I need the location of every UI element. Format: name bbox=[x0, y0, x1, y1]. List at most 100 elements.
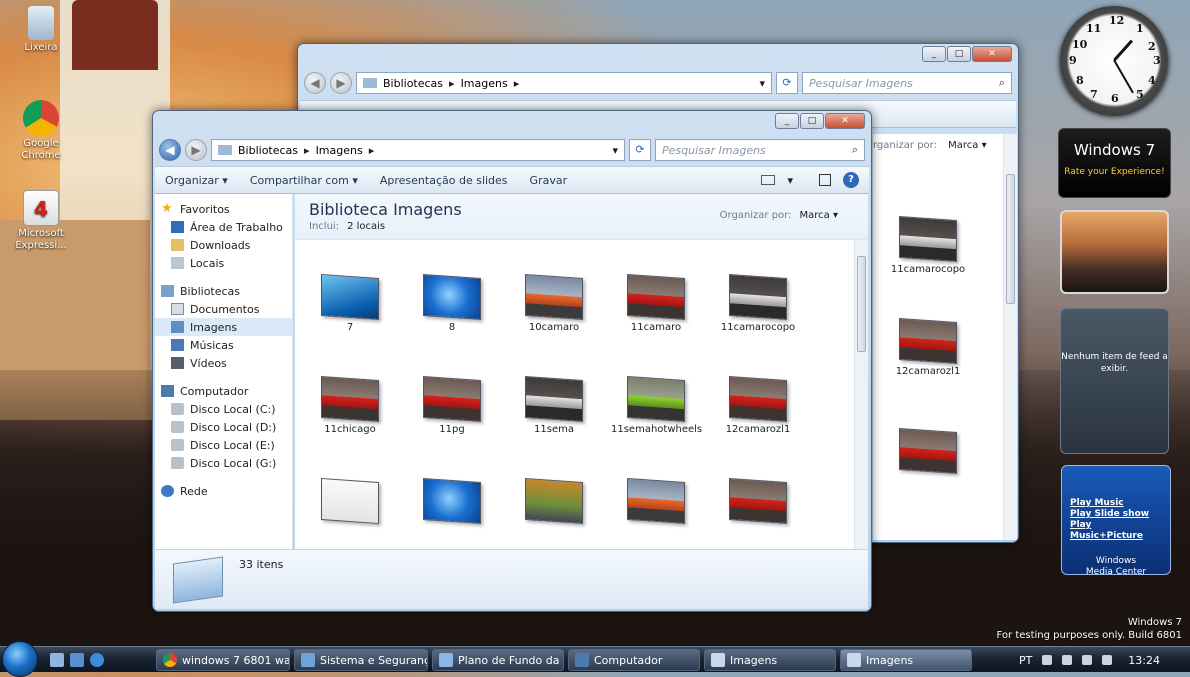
file-thumbnail[interactable]: 11pg bbox=[407, 375, 497, 436]
nav-item-pictures[interactable]: Imagens bbox=[155, 318, 292, 336]
media-center-gadget[interactable]: Play Music Play Slide show Play Music+Pi… bbox=[1061, 465, 1171, 577]
play-music-link[interactable]: Play Music bbox=[1070, 498, 1162, 509]
address-bar[interactable]: Bibliotecas ▸ Imagens ▸ ▾ bbox=[356, 72, 772, 94]
maximize-icon[interactable]: □ bbox=[800, 113, 824, 129]
language-indicator[interactable]: PT bbox=[1019, 654, 1032, 667]
scrollbar-thumb[interactable] bbox=[857, 256, 866, 352]
file-thumbnail[interactable]: 7 bbox=[305, 273, 395, 334]
play-music-picture-link[interactable]: Play Music+Picture bbox=[1070, 520, 1162, 542]
file-thumbnail[interactable] bbox=[407, 477, 497, 526]
desktop-icon-recycle-bin[interactable]: Lixeira bbox=[4, 6, 78, 54]
close-icon[interactable]: ✕ bbox=[825, 113, 865, 129]
minimize-icon[interactable]: _ bbox=[922, 46, 946, 62]
taskbar-clock[interactable]: 13:24 bbox=[1128, 654, 1160, 667]
file-area[interactable]: Biblioteca Imagens Inclui: 2 locais Organ… bbox=[295, 194, 868, 549]
chevron-down-icon[interactable]: ▾ bbox=[759, 77, 765, 90]
file-thumbnail[interactable] bbox=[509, 477, 599, 526]
explorer-window[interactable]: _ □ ✕ ◀ ▶ Bibliotecas ▸ Imagens ▸ ▾ ⟳ Pe… bbox=[152, 110, 872, 612]
network-icon[interactable] bbox=[1082, 655, 1093, 665]
address-bar[interactable]: Bibliotecas ▸ Imagens ▸ ▾ bbox=[211, 139, 625, 161]
forward-arrow-icon[interactable]: ▶ bbox=[330, 72, 352, 94]
file-thumbnail[interactable]: 11sema bbox=[509, 375, 599, 436]
breadcrumb[interactable]: Imagens bbox=[461, 77, 508, 90]
file-thumbnail[interactable]: 10camaro bbox=[509, 273, 599, 334]
share-button[interactable]: Compartilhar com ▾ bbox=[250, 174, 358, 187]
file-thumbnail[interactable]: 11chicago bbox=[305, 375, 395, 436]
nav-item-downloads[interactable]: Downloads bbox=[155, 236, 292, 254]
scrollbar[interactable] bbox=[1003, 134, 1017, 540]
file-thumbnail[interactable]: 12camarozl1 bbox=[713, 375, 803, 436]
file-thumbnail[interactable]: 11semahotwheels bbox=[611, 375, 702, 436]
minimize-icon[interactable]: _ bbox=[775, 113, 799, 129]
nav-item-disk-c[interactable]: Disco Local (C:) bbox=[155, 400, 292, 418]
nav-item-music[interactable]: Músicas bbox=[155, 336, 292, 354]
organize-button[interactable]: Organizar ▾ bbox=[165, 174, 228, 187]
search-input[interactable]: Pesquisar Imagens ⌕ bbox=[802, 72, 1012, 94]
file-thumbnail[interactable] bbox=[883, 427, 973, 476]
burn-button[interactable]: Gravar bbox=[530, 174, 568, 187]
forward-arrow-icon[interactable]: ▶ bbox=[185, 139, 207, 161]
arrange-by[interactable]: rganizar por: Marca ▾ bbox=[873, 140, 987, 151]
tray-arrow-icon[interactable] bbox=[1042, 655, 1053, 665]
show-desktop-icon[interactable] bbox=[50, 653, 64, 667]
chevron-down-icon[interactable]: ▾ bbox=[787, 174, 793, 187]
play-slideshow-link[interactable]: Play Slide show bbox=[1070, 509, 1162, 520]
nav-item-places[interactable]: Locais bbox=[155, 254, 292, 272]
action-center-icon[interactable] bbox=[1062, 655, 1073, 665]
windows7-badge-gadget[interactable]: Windows 7 Rate your Experience! bbox=[1058, 128, 1171, 198]
feed-gadget[interactable]: Nenhum item de feed a exibir. bbox=[1060, 308, 1169, 454]
close-icon[interactable]: ✕ bbox=[972, 46, 1012, 62]
nav-libraries[interactable]: Bibliotecas bbox=[155, 282, 292, 300]
refresh-icon[interactable]: ⟳ bbox=[776, 72, 798, 94]
taskbar-button-pictures-active[interactable]: Imagens bbox=[840, 649, 972, 671]
taskbar-button-computer[interactable]: Computador bbox=[568, 649, 700, 671]
slideshow-gadget[interactable] bbox=[1060, 210, 1169, 294]
file-thumbnail[interactable] bbox=[713, 477, 803, 526]
nav-computer[interactable]: Computador bbox=[155, 382, 292, 400]
library-includes[interactable]: Inclui: 2 locais bbox=[309, 221, 854, 232]
taskbar-button-chrome[interactable]: windows 7 6801 wall... bbox=[156, 649, 290, 671]
clock-gadget[interactable]: 12 1 2 3 4 5 6 7 8 9 10 11 bbox=[1060, 6, 1168, 114]
nav-item-desktop[interactable]: Área de Trabalho bbox=[155, 218, 292, 236]
view-options-icon[interactable] bbox=[761, 175, 776, 185]
scrollbar[interactable] bbox=[854, 240, 868, 549]
file-thumbnail[interactable]: 11camaro bbox=[611, 273, 701, 334]
switch-windows-icon[interactable] bbox=[70, 653, 84, 667]
file-thumbnail[interactable]: 11camarocopo bbox=[883, 215, 973, 276]
search-input[interactable]: Pesquisar Imagens ⌕ bbox=[655, 139, 865, 161]
nav-item-documents[interactable]: Documentos bbox=[155, 300, 292, 318]
nav-item-videos[interactable]: Vídeos bbox=[155, 354, 292, 372]
preview-pane-icon[interactable] bbox=[819, 174, 831, 186]
breadcrumb[interactable]: Bibliotecas bbox=[383, 77, 443, 90]
desktop-icon-expression[interactable]: 4 Microsoft Expressi... bbox=[4, 190, 78, 252]
arrange-by[interactable]: Organizar por: Marca ▾ bbox=[720, 210, 838, 221]
taskbar-button-pictures[interactable]: Imagens bbox=[704, 649, 836, 671]
nav-item-disk-e[interactable]: Disco Local (E:) bbox=[155, 436, 292, 454]
file-thumbnail[interactable]: 11camarocopo bbox=[713, 273, 803, 334]
file-thumbnail[interactable] bbox=[611, 477, 701, 526]
breadcrumb[interactable]: Bibliotecas bbox=[238, 144, 298, 157]
chevron-down-icon: ▾ bbox=[352, 173, 358, 187]
help-icon[interactable]: ? bbox=[843, 172, 859, 188]
refresh-icon[interactable]: ⟳ bbox=[629, 139, 651, 161]
file-thumbnail[interactable]: 8 bbox=[407, 273, 497, 334]
taskbar-button-wallpaper[interactable]: Plano de Fundo da ... bbox=[432, 649, 564, 671]
back-arrow-icon[interactable]: ◀ bbox=[159, 139, 181, 161]
taskbar-button-system-security[interactable]: Sistema e Segurança bbox=[294, 649, 428, 671]
file-thumbnail[interactable]: 12camarozl1 bbox=[883, 317, 973, 378]
back-arrow-icon[interactable]: ◀ bbox=[304, 72, 326, 94]
chevron-down-icon[interactable]: ▾ bbox=[612, 144, 618, 157]
maximize-icon[interactable]: □ bbox=[947, 46, 971, 62]
scrollbar-thumb[interactable] bbox=[1006, 174, 1015, 304]
nav-favorites[interactable]: ★ Favoritos bbox=[155, 200, 292, 218]
desktop-icon-chrome[interactable]: Google Chrome bbox=[4, 100, 78, 162]
volume-icon[interactable] bbox=[1102, 655, 1113, 665]
nav-item-disk-g[interactable]: Disco Local (G:) bbox=[155, 454, 292, 472]
breadcrumb[interactable]: Imagens bbox=[316, 144, 363, 157]
internet-explorer-icon[interactable] bbox=[90, 653, 104, 667]
file-thumbnail[interactable] bbox=[305, 477, 395, 526]
nav-network[interactable]: Rede bbox=[155, 482, 292, 500]
slideshow-button[interactable]: Apresentação de slides bbox=[380, 174, 508, 187]
file-area[interactable]: rganizar por: Marca ▾ 11camarocopo 12cam… bbox=[873, 134, 1017, 540]
nav-item-disk-d[interactable]: Disco Local (D:) bbox=[155, 418, 292, 436]
